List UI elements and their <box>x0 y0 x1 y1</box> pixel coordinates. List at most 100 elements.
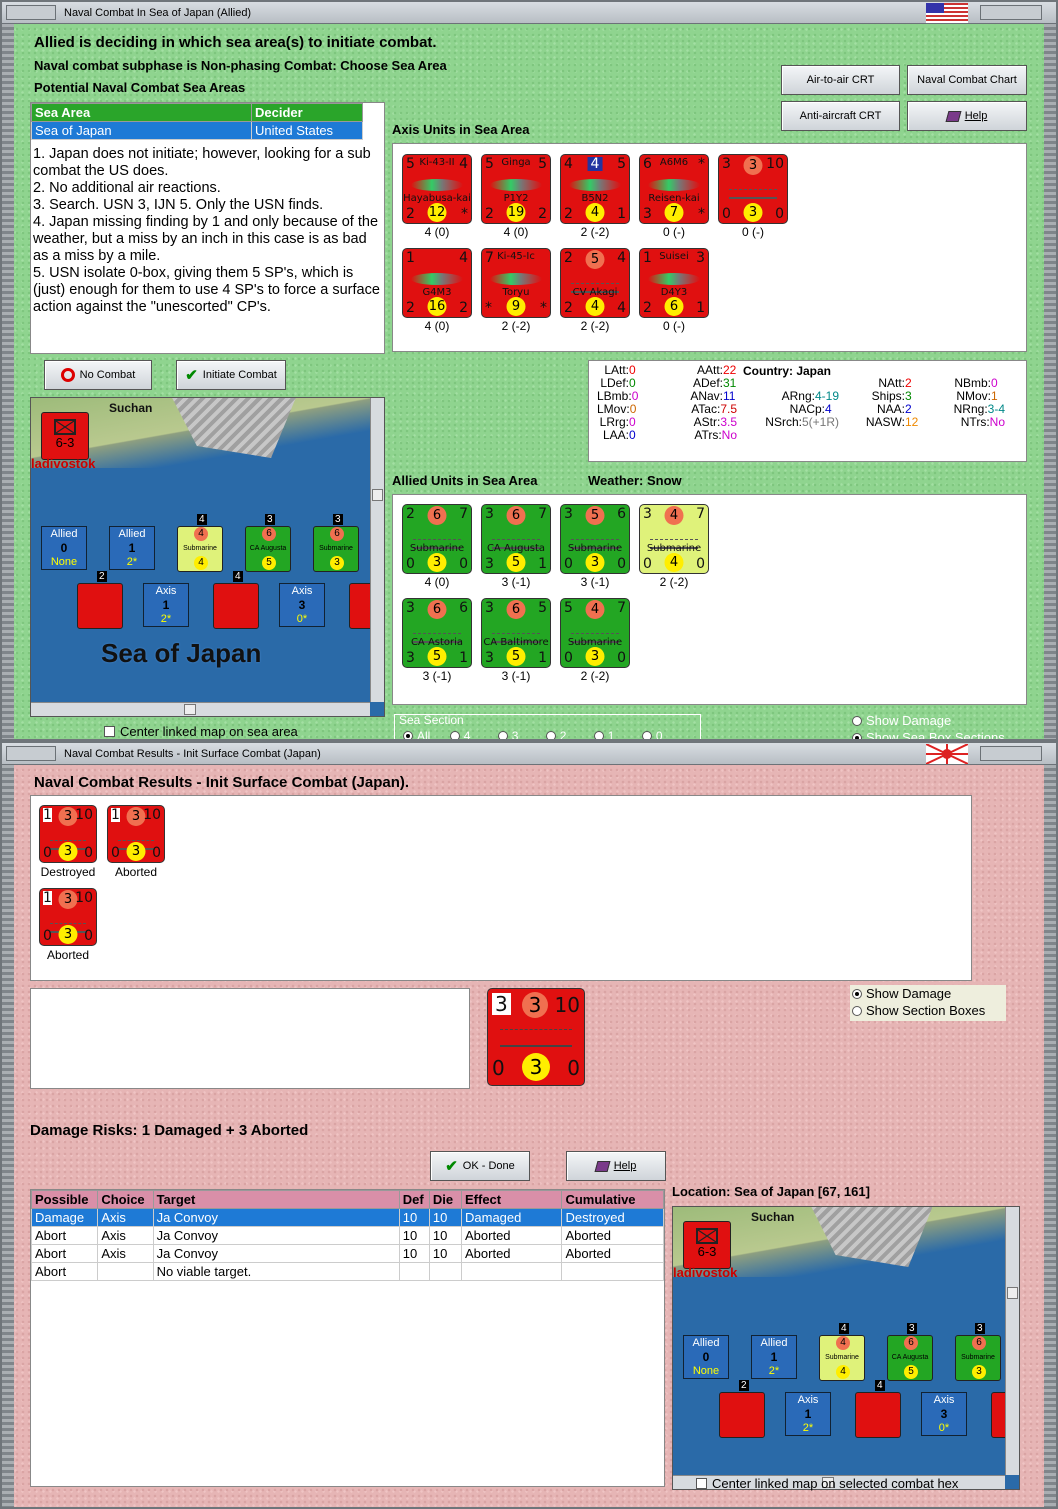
sea-box[interactable]: Axis 1 2* <box>785 1392 831 1436</box>
unit-counter[interactable]: 1 3 10 0 3 0 <box>39 888 97 946</box>
sea-box[interactable]: Axis 1 2* <box>143 583 189 627</box>
unit-counter[interactable]: 1 3 10 0 3 0 <box>39 805 97 863</box>
unit-counter[interactable]: 3 5 6 Submarine 0 3 0 <box>560 504 630 574</box>
show-section-boxes-radio[interactable]: Show Section Boxes <box>852 1002 1006 1019</box>
window-controls[interactable] <box>980 746 1042 761</box>
naval-combat-chart-button[interactable]: Naval Combat Chart <box>907 65 1027 95</box>
unit-counter[interactable]: 6 Submarine 3 <box>955 1335 1001 1381</box>
column-header[interactable]: Target <box>152 1190 400 1209</box>
sea-box[interactable]: Axis 3 0* <box>921 1392 967 1436</box>
sea-section-2[interactable]: 2 <box>545 729 566 739</box>
unit-counter[interactable]: 1 3 10 0 3 0 <box>107 805 165 863</box>
scrollbar-thumb[interactable] <box>183 704 196 715</box>
sea-section-0[interactable]: 0 <box>641 729 663 739</box>
air-to-air-crt-button[interactable]: Air-to-air CRT <box>781 65 900 95</box>
unit-counter[interactable]: 3 6 7 CA Augusta 3 5 1 <box>481 504 551 574</box>
table-row[interactable]: Abort No viable target. <box>30 1262 664 1281</box>
sea-section-4[interactable]: 4 <box>449 729 470 739</box>
column-header[interactable]: Def <box>398 1190 430 1209</box>
unit-counter[interactable] <box>213 583 259 629</box>
help-button[interactable]: Help <box>566 1151 666 1181</box>
scrollbar-thumb[interactable] <box>1007 1287 1018 1300</box>
counter-value: 6 <box>506 506 526 525</box>
table-cell: Aborted <box>460 1226 563 1245</box>
table-row[interactable]: Abort Axis Ja Convoy 10 10 Aborted Aborted <box>30 1244 664 1263</box>
unit-counter[interactable] <box>719 1392 765 1438</box>
checkbox-box[interactable] <box>104 726 115 737</box>
counter-value: 16 <box>427 297 447 316</box>
sea-box[interactable]: Allied 0 None <box>41 526 87 570</box>
horizontal-scrollbar[interactable] <box>31 702 370 716</box>
table-row[interactable]: Sea of Japan United States <box>31 121 363 140</box>
sea-section-1[interactable]: 1 <box>593 729 614 739</box>
show-damage-radio[interactable]: Show Damage <box>852 712 1005 729</box>
counter-value: 3 <box>643 206 652 222</box>
unit-counter[interactable]: 1 4 G4M3 2 16 2 <box>402 248 472 318</box>
unit-counter[interactable]: 7 Ki-45-Ic Toryu * 9 * <box>481 248 551 318</box>
plane-silhouette <box>648 179 700 191</box>
unit-counter[interactable]: 4 4 5 B5N2 2 4 1 <box>560 154 630 224</box>
column-header[interactable]: Possible <box>30 1190 99 1209</box>
window-menu-icon[interactable] <box>6 5 56 20</box>
table-cell <box>561 1262 664 1281</box>
initiate-combat-button[interactable]: ✔ Initiate Combat <box>176 360 286 390</box>
allied-units-label: Allied Units in Sea Area <box>392 473 538 488</box>
sea-box-value: None <box>50 556 78 568</box>
scrollbar-thumb[interactable] <box>372 489 383 502</box>
unit-counter[interactable]: 6 Submarine 3 <box>313 526 359 572</box>
unit-counter[interactable]: 4 Submarine 4 <box>177 526 223 572</box>
column-header[interactable]: Cumulative <box>561 1190 664 1209</box>
window-title-bar[interactable]: Naval Combat In Sea of Japan (Allied) <box>2 2 1056 24</box>
anti-aircraft-crt-button[interactable]: Anti-aircraft CRT <box>781 101 900 131</box>
show-sea-box-sections-radio[interactable]: Show Sea Box Sections <box>852 729 1005 739</box>
vertical-scrollbar[interactable] <box>370 398 384 702</box>
unit-counter[interactable] <box>77 583 123 629</box>
unit-counter[interactable]: 3 6 6 CA Astoria 3 5 1 <box>402 598 472 668</box>
sea-box[interactable]: Allied 0 None <box>683 1335 729 1379</box>
window-title-bar[interactable]: Naval Combat Results - Init Surface Comb… <box>2 743 1056 765</box>
checkbox-box[interactable] <box>696 1478 707 1489</box>
unit-counter[interactable]: 5 5 Ginga P1Y2 2 19 2 <box>481 154 551 224</box>
sea-box[interactable]: Allied 1 2* <box>751 1335 797 1379</box>
col-sea-area[interactable]: Sea Area <box>31 103 252 122</box>
sea-area-map[interactable]: Suchan 6-3 ladivostok Allied 0 None Allied 1 2* A… <box>30 397 385 717</box>
window-controls[interactable] <box>980 5 1042 20</box>
unit-counter[interactable]: 1 3 Suisei D4Y3 2 6 1 <box>639 248 709 318</box>
unit-counter[interactable]: 3 6 5 CA Baltimore 3 5 1 <box>481 598 551 668</box>
ok-done-button[interactable]: ✔ OK - Done <box>430 1151 530 1181</box>
unit-counter[interactable]: 5 4 Ki-43-II Hayabusa-kai 2 12 * <box>402 154 472 224</box>
sea-section-all[interactable]: All <box>403 729 430 739</box>
sea-box[interactable]: Allied 1 2* <box>109 526 155 570</box>
vertical-scrollbar[interactable] <box>1005 1207 1019 1475</box>
table-row[interactable]: Abort Axis Ja Convoy 10 10 Aborted Aborted <box>30 1226 664 1245</box>
column-header[interactable]: Choice <box>97 1190 154 1209</box>
unit-counter[interactable]: 4 Submarine 4 <box>819 1335 865 1381</box>
sea-section-label: Sea Section <box>399 713 464 727</box>
unit-counter[interactable]: 6 CA Augusta 5 <box>887 1335 933 1381</box>
help-button[interactable]: Help <box>907 101 1027 131</box>
column-header[interactable]: Die <box>428 1190 463 1209</box>
center-linked-checkbox[interactable]: Center linked map on selected combat hex <box>696 1476 958 1491</box>
center-linked-checkbox[interactable]: Center linked map on sea area <box>104 724 298 739</box>
column-header[interactable]: Effect <box>460 1190 563 1209</box>
hq-counter[interactable]: 6-3 <box>41 412 89 460</box>
no-combat-button[interactable]: No Combat <box>44 360 152 390</box>
show-damage-radio[interactable]: Show Damage <box>852 985 1006 1002</box>
unit-strength-label: 4 (0) <box>503 225 529 239</box>
counter-value: 10 <box>75 807 93 823</box>
combat-hex-map[interactable]: Suchan 6-3 ladivostok Allied 0 None Allied 1 2* A… <box>672 1206 1020 1490</box>
hq-counter[interactable]: 6-3 <box>683 1221 731 1269</box>
window-menu-icon[interactable] <box>6 746 56 761</box>
unit-counter[interactable]: 6 * A6M6 Reisen-kai 3 7 * <box>639 154 709 224</box>
unit-counter[interactable]: 2 5 4 CV Akagi 2 4 4 <box>560 248 630 318</box>
unit-counter[interactable]: 3 4 7 Submarine 0 4 0 <box>639 504 709 574</box>
unit-counter[interactable]: 3 3 10 0 3 0 <box>718 154 788 224</box>
col-decider[interactable]: Decider <box>251 103 363 122</box>
sea-box[interactable]: Axis 3 0* <box>279 583 325 627</box>
sea-section-3[interactable]: 3 <box>497 729 518 739</box>
unit-counter[interactable] <box>855 1392 901 1438</box>
unit-counter[interactable]: 6 CA Augusta 5 <box>245 526 291 572</box>
unit-counter[interactable]: 2 6 7 Submarine 0 3 0 <box>402 504 472 574</box>
unit-counter[interactable]: 5 4 7 Submarine 0 3 0 <box>560 598 630 668</box>
table-row[interactable]: Damage Axis Ja Convoy 10 10 Damaged Destroyed <box>30 1208 664 1227</box>
